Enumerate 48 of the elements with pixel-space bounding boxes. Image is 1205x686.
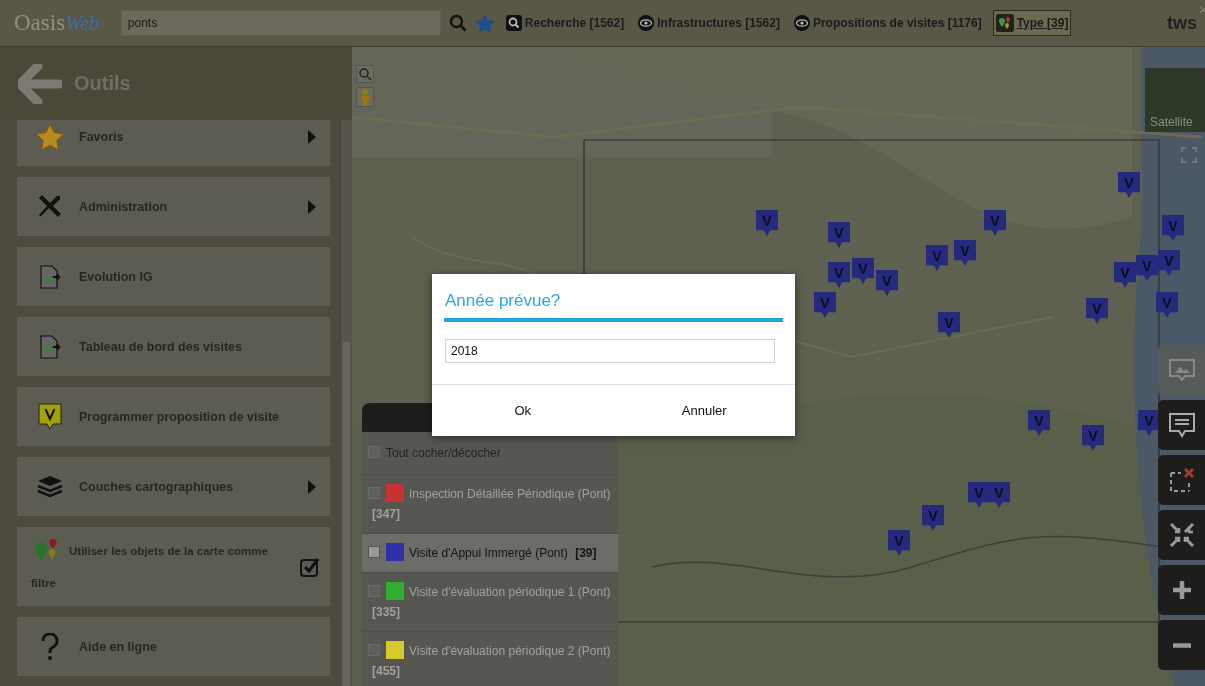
checkbox-icon[interactable]: [300, 556, 320, 577]
star-icon: [35, 122, 65, 151]
dialog-button[interactable]: Annuler: [613, 385, 795, 436]
map-pins-icon: [995, 14, 1014, 32]
layers-icon: [36, 473, 64, 500]
user-name: tws: [1167, 12, 1197, 33]
report-icon: [39, 334, 61, 359]
v-marker-icon: [38, 402, 62, 431]
zoom-out-button[interactable]: [1158, 620, 1205, 670]
filter-tab[interactable]: Recherche [1562]: [502, 11, 628, 35]
fullscreen-icon[interactable]: [1181, 147, 1197, 163]
report-icon: [39, 264, 61, 289]
comment-button[interactable]: [1158, 400, 1205, 450]
submenu-arrow-icon: [308, 199, 316, 214]
search-icon[interactable]: [448, 14, 467, 32]
filter-tab[interactable]: Propositions de visites [1176]: [790, 11, 985, 35]
eye-icon: [638, 15, 655, 31]
filter-tab[interactable]: Type [39]: [992, 10, 1072, 36]
dialog-button[interactable]: Ok: [432, 385, 614, 436]
back-arrow-icon[interactable]: [18, 63, 62, 104]
search-field[interactable]: ponts: [120, 10, 441, 36]
submenu-arrow-icon: [308, 479, 316, 494]
zoom-out-icon: [1172, 642, 1191, 648]
star-icon[interactable]: [474, 13, 495, 33]
zoom-box-icon[interactable]: [356, 65, 374, 83]
type-option[interactable]: Visite d'Appui Immergé (Pont) [39]: [362, 534, 618, 573]
close-icon[interactable]: [1200, 6, 1205, 13]
scrollbar[interactable]: [340, 120, 352, 686]
app-logo: OasisWeb: [14, 10, 99, 36]
clear-selection-button[interactable]: [1158, 455, 1205, 505]
filter-tab[interactable]: Infrastructures [1562]: [635, 11, 783, 35]
type-option[interactable]: Visite d'évaluation périodique 1 (Pont) [335]: [362, 573, 618, 632]
zoom-in-button[interactable]: [1158, 565, 1205, 615]
eye-icon: [793, 15, 810, 31]
pegman-icon[interactable]: [356, 87, 374, 107]
dialog-title: Année prévue?: [444, 290, 562, 312]
collapse-button[interactable]: [1158, 510, 1205, 560]
type-option[interactable]: Visite d'évaluation périodique 2 (Pont) [455]: [362, 632, 618, 686]
image-icon: [1167, 356, 1196, 384]
image-button[interactable]: [1158, 345, 1205, 395]
submenu-arrow-icon: [308, 129, 316, 144]
satellite-layer-button[interactable]: Satellite: [1145, 68, 1205, 132]
magnifier-icon: [505, 15, 522, 31]
collapse-icon: [1167, 521, 1196, 549]
clear-selection-icon: [1167, 466, 1196, 494]
comment-icon: [1167, 411, 1196, 439]
help-icon: [40, 632, 60, 661]
year-input[interactable]: 2018: [445, 339, 775, 363]
